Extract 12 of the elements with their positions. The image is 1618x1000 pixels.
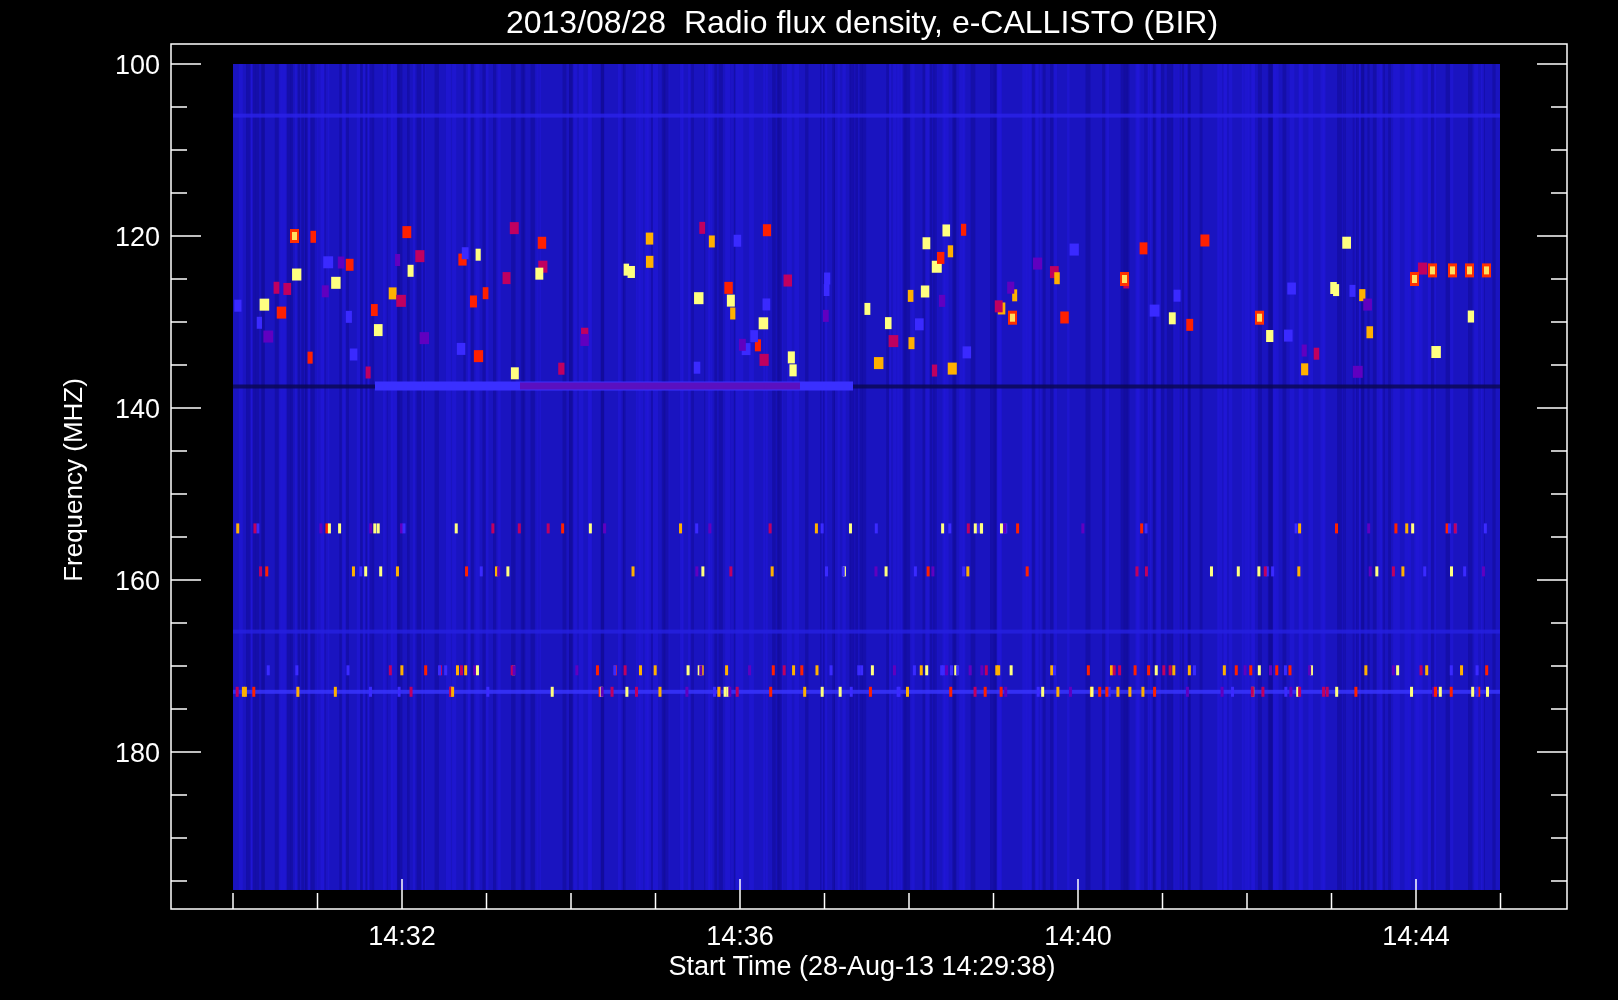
tick-label: 180 — [114, 738, 160, 768]
axis-title: Frequency (MHZ) — [58, 378, 88, 582]
tick-label: 14:36 — [706, 921, 774, 951]
tick-label: 14:44 — [1382, 921, 1450, 951]
tick-label: 140 — [114, 394, 160, 424]
tick-label: 120 — [114, 222, 160, 252]
chart-title: 2013/08/28 Radio flux density, e-CALLISTO (BIR) — [505, 4, 1219, 40]
tick-label: 100 — [114, 50, 160, 80]
axis-title: Start Time (28-Aug-13 14:29:38) — [668, 951, 1056, 981]
tick-label: 14:40 — [1044, 921, 1112, 951]
tick-label: 160 — [114, 566, 160, 596]
tick-label: 14:32 — [368, 921, 436, 951]
